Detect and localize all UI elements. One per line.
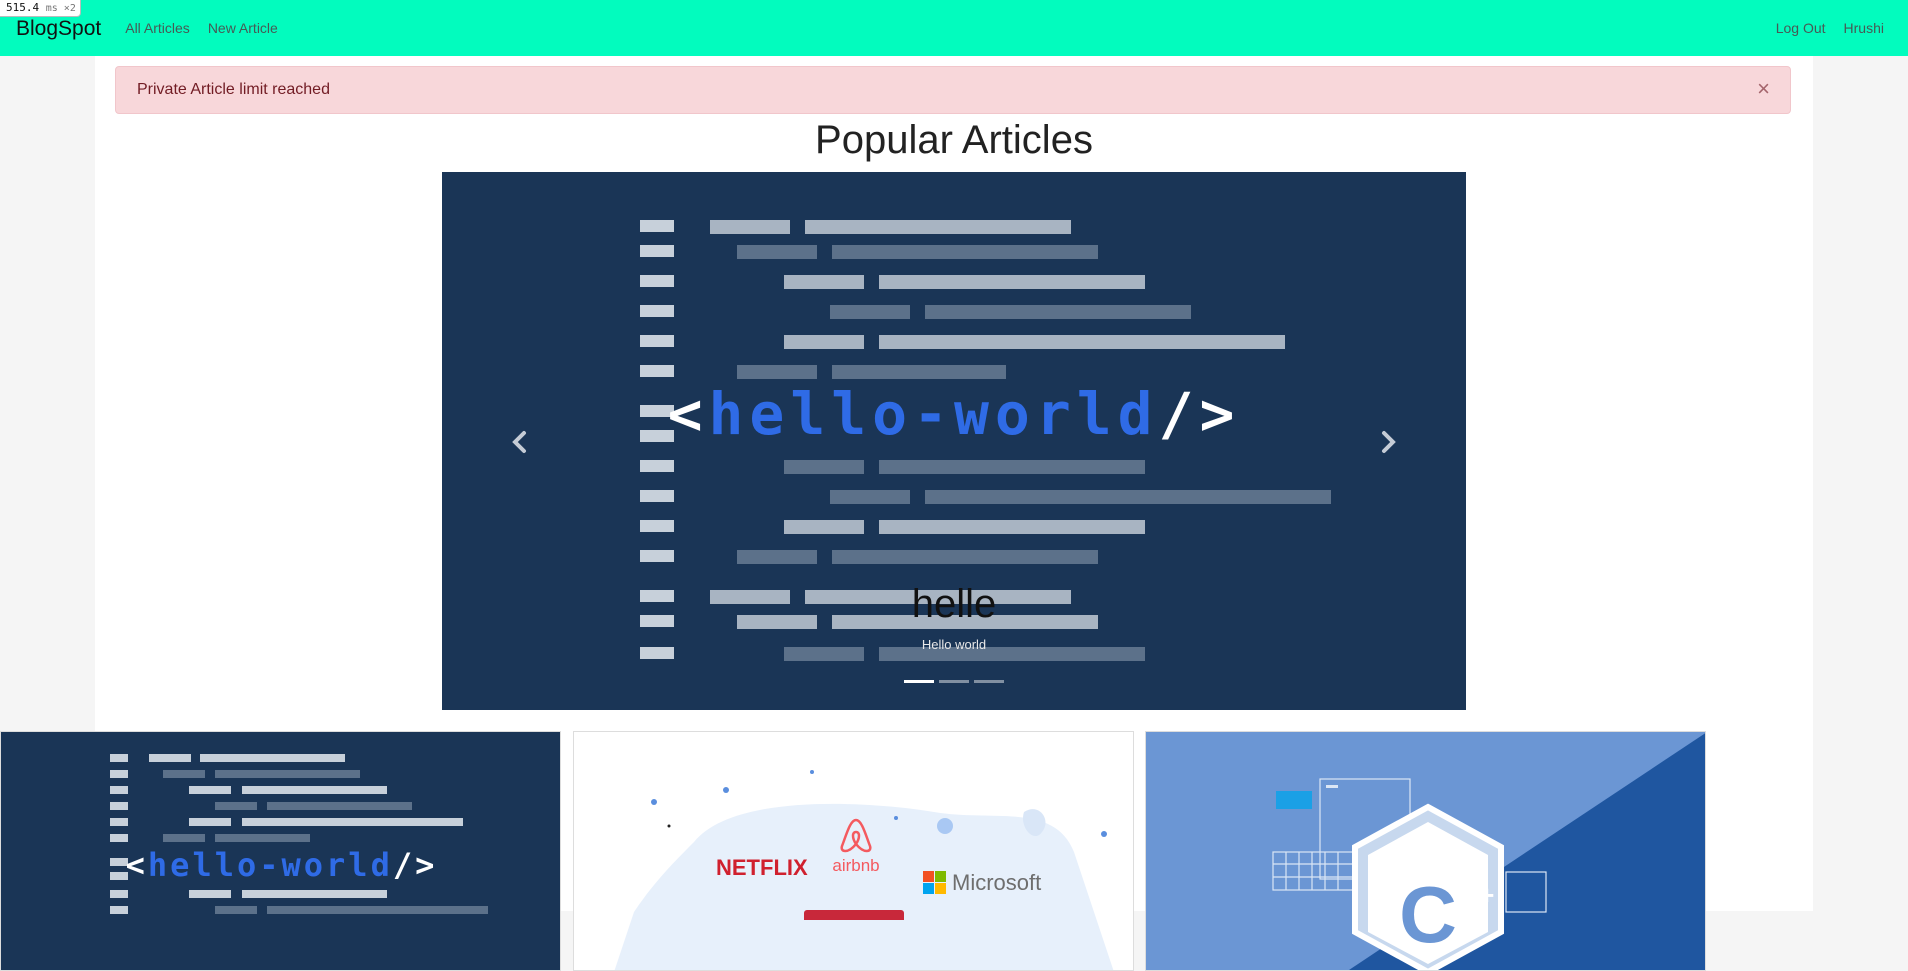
card-1-hero-right: />: [392, 846, 438, 884]
article-card-2[interactable]: NETFLIX airbnb Microsoft: [573, 731, 1134, 971]
carousel-indicators: [442, 680, 1466, 683]
nav-links: All Articles New Article: [125, 20, 296, 36]
perf-value: 515.4: [6, 1, 40, 14]
alert-banner: Private Article limit reached ×: [115, 66, 1791, 114]
caption-subtitle: Hello world: [921, 637, 987, 652]
page-title: Popular Articles: [815, 118, 1093, 162]
cpp-logo-image: C: [1272, 733, 1705, 970]
perf-overlay: 515.4 ms ×2: [0, 0, 81, 17]
brand-link[interactable]: BlogSpot: [16, 17, 101, 41]
carousel-indicator-1[interactable]: [904, 680, 934, 683]
nav-logout[interactable]: Log Out: [1776, 20, 1826, 36]
chevron-right-icon[interactable]: [1368, 422, 1408, 462]
article-card-3[interactable]: C ++: [1145, 731, 1706, 971]
nav-user[interactable]: Hrushi: [1844, 20, 1884, 36]
caption-title: helle: [911, 582, 997, 626]
carousel-indicator-2[interactable]: [939, 680, 969, 683]
card-1-hero-left: <: [125, 846, 148, 884]
card-1-hero-word: hello-world: [147, 846, 393, 884]
close-icon[interactable]: ×: [1757, 77, 1770, 101]
airbnb-logo-icon: [831, 816, 881, 861]
perf-unit: ms ×2: [45, 3, 76, 14]
nav-new-article[interactable]: New Article: [208, 20, 278, 36]
cpp-plus-label: ++: [1464, 880, 1495, 910]
chevron-left-icon[interactable]: [500, 422, 540, 462]
airbnb-label: airbnb: [832, 856, 880, 875]
nav-right: Log Out Hrushi: [1776, 20, 1908, 36]
hero-word: hello-world: [708, 380, 1159, 448]
netflix-logo: NETFLIX: [716, 855, 808, 880]
carousel: <hello-world/> helle Hello world: [442, 172, 1466, 710]
svg-text:C: C: [1399, 870, 1457, 959]
microsoft-logo-icon: [923, 871, 947, 900]
hero-text: <hello-world/>: [442, 380, 1466, 448]
article-card-1[interactable]: <hello-world/>: [0, 731, 561, 971]
navbar: BlogSpot All Articles New Article Log Ou…: [0, 0, 1908, 56]
hero-left: <: [667, 380, 709, 448]
carousel-caption: helle Hello world: [442, 582, 1466, 652]
nav-all-articles[interactable]: All Articles: [125, 20, 190, 36]
red-box-decoration: [804, 910, 904, 920]
card-1-hero-text: <hello-world/>: [1, 846, 560, 884]
microsoft-label: Microsoft: [952, 870, 1042, 895]
main-container: Private Article limit reached × Popular …: [0, 56, 1813, 971]
carousel-indicator-3[interactable]: [974, 680, 1004, 683]
alert-message: Private Article limit reached: [137, 81, 330, 98]
hero-right: />: [1158, 380, 1241, 448]
